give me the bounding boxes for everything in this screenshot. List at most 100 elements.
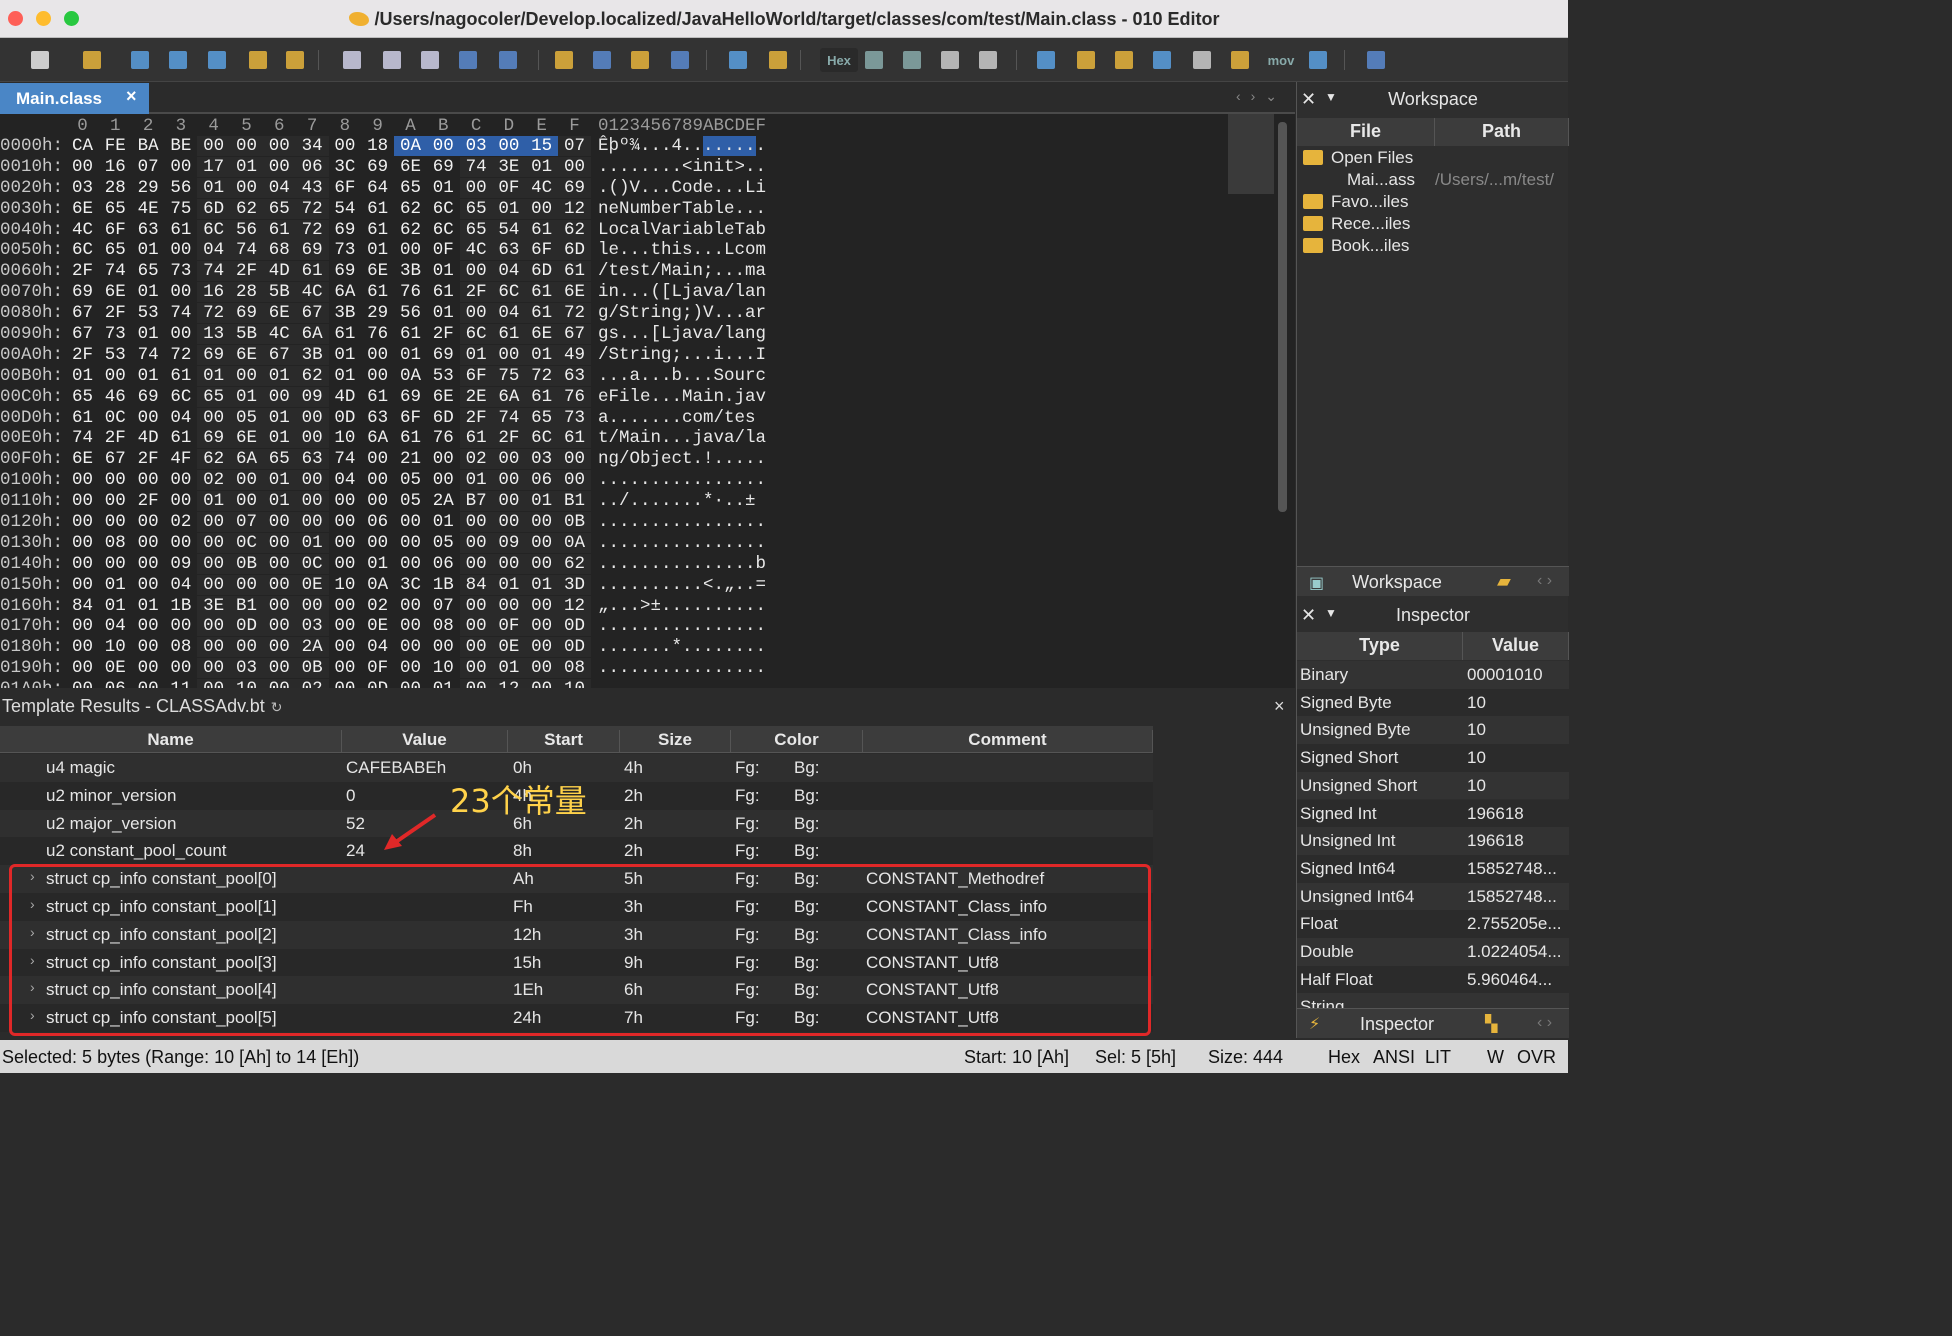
hex-byte[interactable]: 69 <box>66 282 99 302</box>
paste-icon[interactable] <box>418 48 442 72</box>
inspector-col-type[interactable]: Type <box>1297 632 1463 660</box>
hex-byte[interactable]: 00 <box>459 532 493 553</box>
hex-byte[interactable]: 01 <box>132 596 165 616</box>
workspace-item[interactable]: Book...iles <box>1303 236 1409 256</box>
hex-byte[interactable]: 76 <box>558 386 591 407</box>
hex-byte[interactable]: 01 <box>230 156 263 177</box>
hex-byte[interactable]: 6C <box>197 219 231 240</box>
workspace-col-file[interactable]: File <box>1297 118 1435 146</box>
base-convert-icon[interactable] <box>1306 48 1330 72</box>
hex-row[interactable]: 0070h: 69 6E 01 00 16 28 5B 4C 6A 61 76 61 2F 6C 61 6E in… <box>0 282 1230 303</box>
hex-byte[interactable]: 61 <box>361 199 394 219</box>
hex-byte[interactable]: 00 <box>525 198 559 219</box>
mov-icon[interactable]: mov <box>1266 48 1296 72</box>
hex-byte[interactable]: 10 <box>427 658 460 678</box>
hex-byte[interactable]: 61 <box>558 261 591 282</box>
hex-byte[interactable]: 67 <box>295 303 329 324</box>
inspector-row[interactable]: Unsigned Short 10 <box>1297 771 1569 800</box>
hex-byte[interactable]: 00 <box>132 575 165 595</box>
hex-byte[interactable]: CA <box>66 136 99 156</box>
hex-byte[interactable]: 00 <box>459 637 493 658</box>
hex-byte[interactable]: 02 <box>459 449 493 470</box>
hex-byte[interactable]: 01 <box>197 491 231 512</box>
hex-byte[interactable]: 00 <box>394 533 427 553</box>
hex-byte[interactable]: 00 <box>164 324 197 344</box>
inspector-row[interactable]: Signed Int64 15852748... <box>1297 854 1569 883</box>
status-writable[interactable]: W <box>1487 1047 1504 1068</box>
hex-byte[interactable]: 00 <box>164 658 197 678</box>
hex-byte[interactable]: 00 <box>132 637 165 657</box>
hex-byte[interactable]: 00 <box>132 512 165 532</box>
hex-byte[interactable]: 01 <box>427 178 460 198</box>
hex-byte[interactable]: 4D <box>328 387 361 407</box>
hex-byte[interactable]: 00 <box>328 136 361 156</box>
status-endian[interactable]: LIT <box>1425 1047 1451 1068</box>
hex-byte[interactable]: 01 <box>262 470 296 491</box>
hex-byte[interactable]: 00 <box>361 533 394 553</box>
hex-byte[interactable]: 6E <box>262 303 296 324</box>
hex-byte[interactable]: 00 <box>132 554 165 574</box>
hex-byte[interactable]: 56 <box>230 219 263 240</box>
hex-byte[interactable]: 65 <box>66 387 99 407</box>
hex-byte[interactable]: 6E <box>427 387 460 407</box>
hex-byte[interactable]: 73 <box>328 240 361 260</box>
ascii-text[interactable]: t/Main...java/la <box>598 428 766 448</box>
save-icon[interactable] <box>128 48 152 72</box>
ascii-text[interactable]: /test/Main;...ma <box>598 261 766 281</box>
hex-byte[interactable]: 06 <box>361 512 394 532</box>
hex-byte[interactable]: 00 <box>394 679 427 688</box>
hex-byte[interactable]: 69 <box>328 261 361 281</box>
pause-icon[interactable] <box>1364 48 1388 72</box>
hex-byte[interactable]: 02 <box>295 679 329 688</box>
hex-byte[interactable]: 01 <box>230 386 263 407</box>
calculator-icon[interactable] <box>1034 48 1058 72</box>
hex-byte[interactable]: 00 <box>328 679 361 688</box>
hex-byte[interactable]: 00 <box>459 679 493 688</box>
hex-byte[interactable]: 6D <box>558 240 591 261</box>
hex-byte[interactable]: 4C <box>525 177 559 198</box>
hex-mode-icon[interactable]: Hex <box>820 48 858 72</box>
hex-byte[interactable]: 28 <box>230 282 263 303</box>
hex-byte[interactable]: 01 <box>525 344 559 365</box>
hex-byte[interactable]: 0B <box>230 553 263 574</box>
results-row[interactable]: u2 constant_pool_count 24 8h 2h Fg: Bg: <box>0 837 1153 866</box>
hex-byte[interactable]: 4C <box>295 282 329 303</box>
hex-byte[interactable]: 03 <box>525 449 559 470</box>
hex-byte[interactable]: 0C <box>230 532 263 553</box>
hex-byte[interactable]: 56 <box>164 178 197 198</box>
hex-byte[interactable]: 00 <box>328 554 361 574</box>
hex-row[interactable]: 00A0h: 2F 53 74 72 69 6E 67 3B 01 00 01 69 01 00 01 49/S… <box>0 344 1230 366</box>
highlight-icon[interactable] <box>976 48 1000 72</box>
hex-byte[interactable]: 69 <box>427 157 460 177</box>
hex-byte[interactable]: 08 <box>164 637 197 657</box>
ascii-text[interactable]: ................ <box>598 679 766 688</box>
inspector-row[interactable]: Signed Byte 10 <box>1297 688 1569 717</box>
hex-byte[interactable]: 1B <box>427 575 460 595</box>
hex-byte[interactable]: 01 <box>197 177 231 198</box>
hex-byte[interactable]: 00 <box>459 595 493 616</box>
hex-byte[interactable]: 61 <box>427 282 460 302</box>
hex-byte[interactable]: 74 <box>328 449 361 469</box>
hex-byte[interactable]: 61 <box>164 220 197 240</box>
hex-byte[interactable]: 00 <box>99 366 132 386</box>
hex-byte[interactable]: 00 <box>558 449 591 470</box>
vertical-scrollbar[interactable] <box>1278 122 1287 512</box>
hex-byte[interactable]: 6F <box>459 365 493 386</box>
hex-byte[interactable]: 69 <box>132 387 165 407</box>
ascii-text[interactable]: gs...[Ljava/lang <box>598 324 766 344</box>
hex-byte[interactable]: 01 <box>492 198 526 219</box>
hex-byte[interactable]: 0B <box>295 658 329 679</box>
hex-byte[interactable]: 61 <box>525 219 559 240</box>
hex-byte[interactable]: 6E <box>525 324 559 345</box>
hex-byte[interactable]: 6D <box>525 261 559 282</box>
hex-byte[interactable]: 53 <box>99 345 132 365</box>
hex-byte[interactable]: 01 <box>132 282 165 302</box>
hex-byte[interactable]: 72 <box>525 365 559 386</box>
hex-row[interactable]: 0040h: 4C 6F 63 61 6C 56 61 72 69 61 62 6C 65 54 61 62 Lo… <box>0 219 1230 241</box>
hex-row[interactable]: 0170h: 00 04 00 00 00 0D 00 03 00 0E 00 08 00 0F 00 0D..… <box>0 616 1230 637</box>
swap-icon[interactable] <box>1112 48 1136 72</box>
hex-byte[interactable]: 61 <box>164 366 197 386</box>
hex-byte[interactable]: 62 <box>197 449 231 470</box>
hex-byte[interactable]: 61 <box>361 282 394 302</box>
hex-byte[interactable]: 01 <box>66 366 99 386</box>
